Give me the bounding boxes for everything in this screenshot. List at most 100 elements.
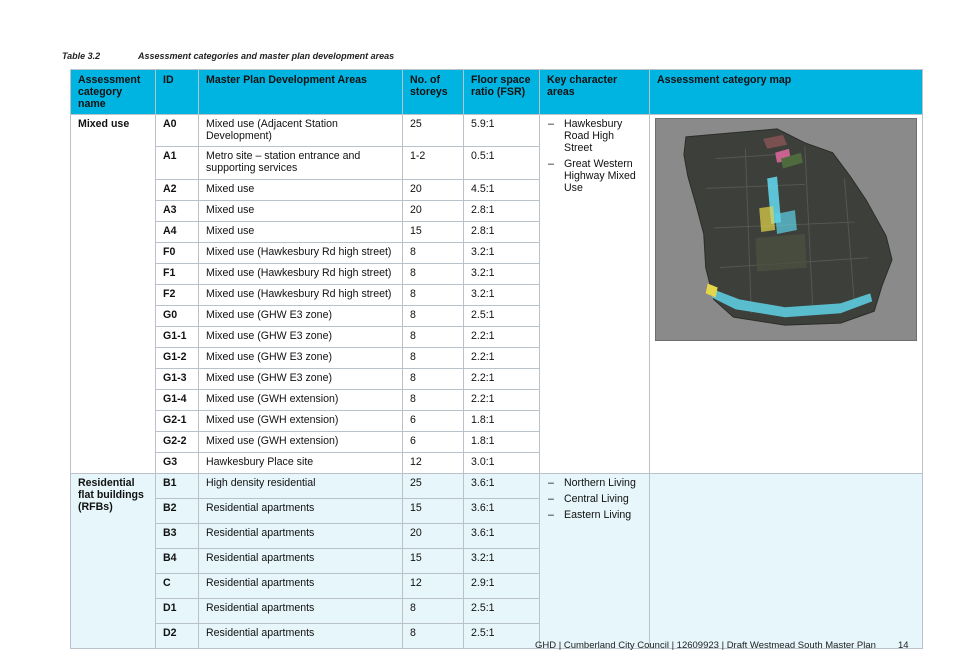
id-cell: D2 [155,623,199,649]
storeys-cell: 20 [402,523,464,549]
id-cell: G1-4 [155,389,199,411]
id-cell: F1 [155,263,199,285]
area-cell: Mixed use (Hawkesbury Rd high street) [198,263,403,285]
fsr-cell: 1.8:1 [463,410,540,432]
id-cell: G3 [155,452,199,474]
table-row: Mixed use A0 Mixed use (Adjacent Station… [70,114,923,474]
list-item: Eastern Living [547,509,643,521]
area-cell: Mixed use [198,221,403,243]
storeys-cell: 25 [402,114,464,147]
area-cell: Mixed use (GHW E3 zone) [198,347,403,369]
fsr-cell: 3.0:1 [463,452,540,474]
key-areas-cell: Northern Living Central Living Eastern L… [539,473,650,649]
header-area: Master Plan Development Areas [198,69,403,115]
area-cell: Mixed use (GWH extension) [198,410,403,432]
header-storeys: No. of storeys [402,69,464,115]
key-areas-list: Hawkesbury Road High Street Great Wester… [547,118,643,194]
area-cell: Mixed use (Hawkesbury Rd high street) [198,242,403,264]
area-cell: Mixed use (GHW E3 zone) [198,368,403,390]
storeys-cell: 20 [402,200,464,222]
storeys-cell: 25 [402,473,464,499]
header-category: Assessment category name [70,69,156,115]
area-cell: Mixed use (Hawkesbury Rd high street) [198,284,403,306]
storeys-cell: 1-2 [402,146,464,180]
id-cell: A3 [155,200,199,222]
fsr-cell: 2.5:1 [463,598,540,624]
mixed-use-group: Mixed use A0 Mixed use (Adjacent Station… [70,114,923,474]
storeys-cell: 12 [402,452,464,474]
area-cell: Residential apartments [198,548,403,574]
area-cell: Mixed use (Adjacent Station Development) [198,114,403,147]
storeys-cell: 15 [402,498,464,524]
id-cell: F2 [155,284,199,306]
fsr-cell: 3.6:1 [463,523,540,549]
storeys-cell: 12 [402,573,464,599]
area-cell: Mixed use (GWH extension) [198,431,403,453]
category-cell: Residential flat buildings (RFBs) [70,473,156,649]
fsr-cell: 2.2:1 [463,368,540,390]
fsr-cell: 3.2:1 [463,242,540,264]
area-cell: Metro site – station entrance and suppor… [198,146,403,180]
fsr-cell: 2.8:1 [463,221,540,243]
storeys-cell: 8 [402,284,464,306]
category-cell: Mixed use [70,114,156,474]
page-footer: GHD | Cumberland City Council | 12609923… [535,640,909,651]
rfb-group: Residential flat buildings (RFBs) B1 Hig… [70,473,923,649]
id-cell: B3 [155,523,199,549]
list-item: Great Western Highway Mixed Use [547,158,643,194]
map-cell-empty [649,473,923,649]
storeys-cell: 20 [402,179,464,201]
area-cell: Residential apartments [198,498,403,524]
id-cell: B4 [155,548,199,574]
storeys-cell: 6 [402,410,464,432]
fsr-cell: 3.2:1 [463,284,540,306]
storeys-cell: 8 [402,326,464,348]
id-cell: A1 [155,146,199,180]
id-cell: C [155,573,199,599]
fsr-cell: 2.9:1 [463,573,540,599]
assessment-category-map [655,118,917,341]
fsr-cell: 5.9:1 [463,114,540,147]
fsr-cell: 1.8:1 [463,431,540,453]
list-item: Central Living [547,493,643,505]
area-cell: Mixed use (GWH extension) [198,389,403,411]
area-cell: Hawkesbury Place site [198,452,403,474]
storeys-cell: 15 [402,548,464,574]
storeys-cell: 8 [402,305,464,327]
area-cell: Residential apartments [198,523,403,549]
area-cell: Residential apartments [198,623,403,649]
storeys-cell: 8 [402,242,464,264]
id-cell: A0 [155,114,199,147]
area-cell: Residential apartments [198,573,403,599]
fsr-cell: 3.6:1 [463,498,540,524]
area-cell: Residential apartments [198,598,403,624]
id-cell: A2 [155,179,199,201]
area-cell: Mixed use [198,179,403,201]
header-map: Assessment category map [649,69,923,115]
area-cell: Mixed use [198,200,403,222]
site-map-image [683,128,893,326]
storeys-cell: 8 [402,598,464,624]
fsr-cell: 2.2:1 [463,347,540,369]
fsr-cell: 2.2:1 [463,389,540,411]
id-cell: A4 [155,221,199,243]
id-cell: F0 [155,242,199,264]
fsr-cell: 4.5:1 [463,179,540,201]
storeys-cell: 8 [402,368,464,390]
area-cell: Mixed use (GHW E3 zone) [198,305,403,327]
footer-text: GHD | Cumberland City Council | 12609923… [535,640,876,651]
id-cell: G1-1 [155,326,199,348]
area-cell: High density residential [198,473,403,499]
fsr-cell: 2.2:1 [463,326,540,348]
header-fsr: Floor space ratio (FSR) [463,69,540,115]
assessment-table: Assessment category name ID Master Plan … [70,69,923,649]
header-id: ID [155,69,199,115]
fsr-cell: 3.2:1 [463,548,540,574]
map-cell [649,114,923,474]
storeys-cell: 8 [402,347,464,369]
fsr-cell: 0.5:1 [463,146,540,180]
id-cell: G2-2 [155,431,199,453]
id-cell: G1-3 [155,368,199,390]
header-key-areas: Key character areas [539,69,650,115]
storeys-cell: 15 [402,221,464,243]
